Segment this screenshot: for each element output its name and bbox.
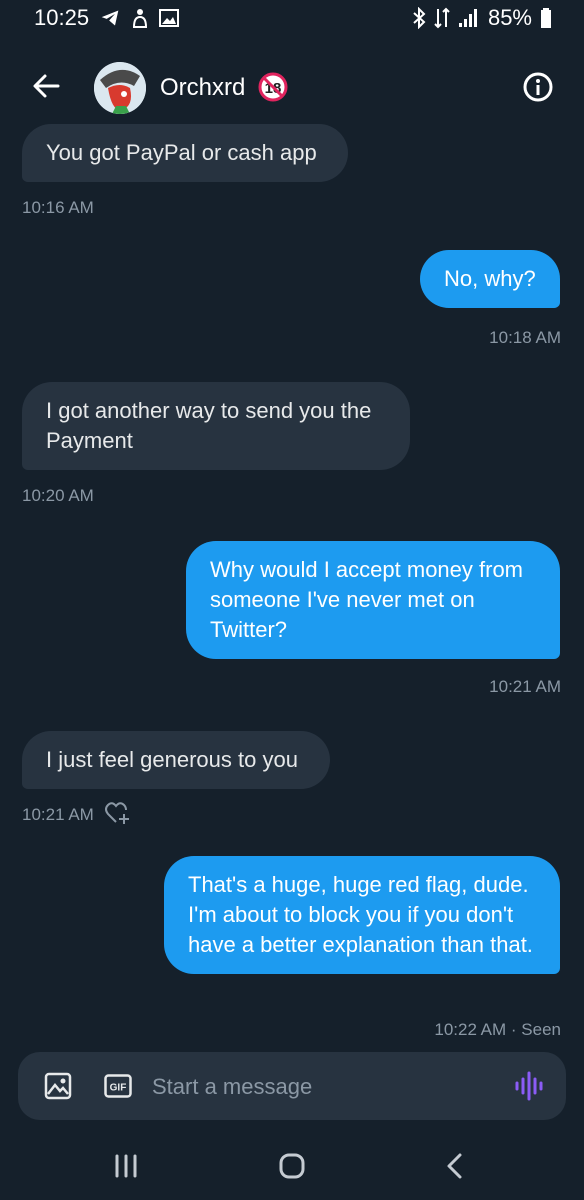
contact-name[interactable]: Orchxrd <box>160 74 245 102</box>
message-text: I got another way to send you the Paymen… <box>46 398 372 453</box>
message-text: I just feel generous to you <box>46 747 298 772</box>
message-timestamp: 10:21 AM <box>489 677 561 696</box>
data-icon <box>434 7 450 29</box>
message-bubble-incoming[interactable]: I just feel generous to you <box>22 731 330 789</box>
age-restricted-icon: 18 <box>258 72 288 102</box>
message-timestamp: 10:16 AM <box>22 198 94 217</box>
message-text: Why would I accept money from someone I'… <box>210 557 524 642</box>
message-timestamp: 10:20 AM <box>22 486 94 505</box>
message-text: That's a huge, huge red flag, dude. I'm … <box>188 872 533 957</box>
status-bar: 10:25 85% <box>0 0 584 36</box>
status-time: 10:25 <box>34 5 90 30</box>
message-bubble-incoming[interactable]: I got another way to send you the Paymen… <box>22 382 410 470</box>
status-right: 85% <box>412 5 552 31</box>
message-bubble-incoming[interactable]: You got PayPal or cash app <box>22 124 348 182</box>
recents-icon[interactable] <box>106 1150 146 1182</box>
info-icon[interactable] <box>522 71 554 103</box>
message-text: You got PayPal or cash app <box>46 140 317 165</box>
battery-percent: 85% <box>487 5 532 30</box>
home-icon[interactable] <box>272 1150 312 1182</box>
react-heart-icon[interactable] <box>104 800 132 826</box>
message-timestamp: 10:18 AM <box>489 328 561 347</box>
status-left: 10:25 <box>34 5 180 31</box>
bluetooth-icon <box>413 7 426 29</box>
notification-icon <box>133 9 148 28</box>
gallery-icon <box>159 9 180 27</box>
telegram-icon <box>101 10 119 26</box>
battery-icon <box>541 8 551 28</box>
message-bubble-outgoing[interactable]: No, why? <box>420 250 560 308</box>
message-timestamp: 10:22 AM · Seen <box>434 1020 561 1039</box>
gif-icon[interactable]: GIF <box>104 1074 132 1098</box>
message-bubble-outgoing[interactable]: Why would I accept money from someone I'… <box>186 541 560 659</box>
message-timestamp: 10:21 AM <box>22 805 94 824</box>
back-arrow-icon[interactable] <box>30 70 62 102</box>
back-icon[interactable] <box>436 1150 476 1182</box>
avatar[interactable] <box>94 62 146 114</box>
message-bubble-outgoing[interactable]: That's a huge, huge red flag, dude. I'm … <box>164 856 560 974</box>
gif-label: GIF <box>110 1083 127 1094</box>
voice-message-icon[interactable] <box>514 1070 544 1102</box>
message-composer: GIF <box>18 1052 566 1120</box>
system-nav-bar <box>0 1130 584 1200</box>
signal-icon <box>458 9 477 27</box>
conversation-header: Orchxrd 18 <box>0 52 584 124</box>
image-icon[interactable] <box>44 1072 72 1100</box>
message-input[interactable] <box>150 1062 494 1112</box>
message-text: No, why? <box>444 266 536 291</box>
